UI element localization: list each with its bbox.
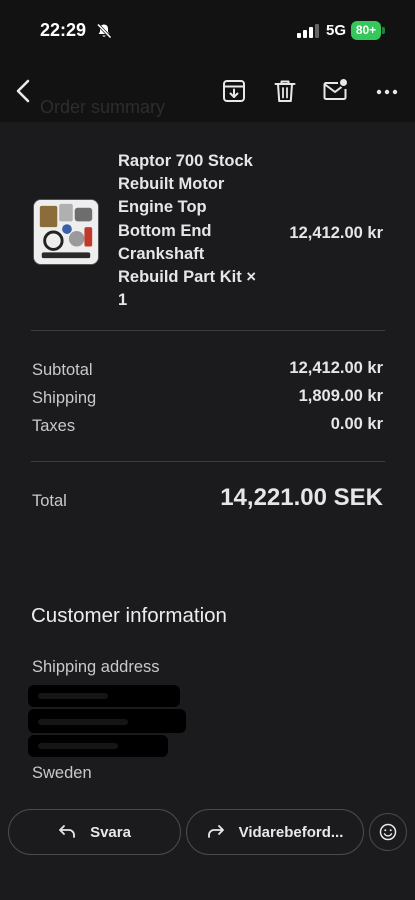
shipping-label: Shipping <box>32 389 97 407</box>
product-name: Raptor 700 Stock Rebuilt Motor Engine To… <box>118 152 256 310</box>
divider <box>31 461 385 462</box>
signal-icon <box>297 24 319 38</box>
network-label: 5G <box>326 22 347 39</box>
shipping-country: Sweden <box>32 764 92 782</box>
reply-icon <box>59 825 75 838</box>
forward-button[interactable]: Vidarebeford... <box>186 809 364 855</box>
total-value: 14,221.00 SEK <box>220 484 383 511</box>
forward-icon <box>207 825 224 838</box>
battery-tip <box>382 27 385 34</box>
emoji-reaction-button[interactable] <box>369 813 407 851</box>
forward-label: Vidarebeford... <box>238 823 344 841</box>
shipping-value: 1,809.00 kr <box>298 387 383 405</box>
reply-button[interactable]: Svara <box>8 809 181 855</box>
product-thumbnail[interactable] <box>33 199 99 265</box>
email-body: Raptor 700 Stock Rebuilt Motor Engine To… <box>0 122 415 800</box>
product-price: 12,412.00 kr <box>289 224 383 242</box>
reply-label: Svara <box>90 823 131 841</box>
shipping-address-label: Shipping address <box>32 658 160 676</box>
mail-unread-icon[interactable] <box>322 78 348 104</box>
bell-off-icon <box>96 23 112 39</box>
divider <box>31 330 385 331</box>
top-bar: 22:29 5G 80+ Order summary <box>0 0 415 122</box>
archive-icon[interactable] <box>221 78 247 104</box>
scrolled-title: Order summary <box>40 97 166 117</box>
back-icon[interactable] <box>12 78 38 104</box>
more-icon[interactable] <box>374 78 400 104</box>
subtotal-label: Subtotal <box>32 361 93 379</box>
trash-icon[interactable] <box>272 78 298 104</box>
bottom-action-bar: Svara Vidarebeford... <box>0 800 415 900</box>
taxes-value: 0.00 kr <box>330 415 383 433</box>
smiley-icon <box>379 823 397 841</box>
subtotal-value: 12,412.00 kr <box>289 359 383 377</box>
redacted-address <box>28 685 186 757</box>
status-time: 22:29 <box>40 20 87 40</box>
battery-icon: 80+ <box>351 21 381 40</box>
taxes-label: Taxes <box>32 417 76 435</box>
total-label: Total <box>32 492 67 510</box>
customer-info-title: Customer information <box>31 604 227 627</box>
